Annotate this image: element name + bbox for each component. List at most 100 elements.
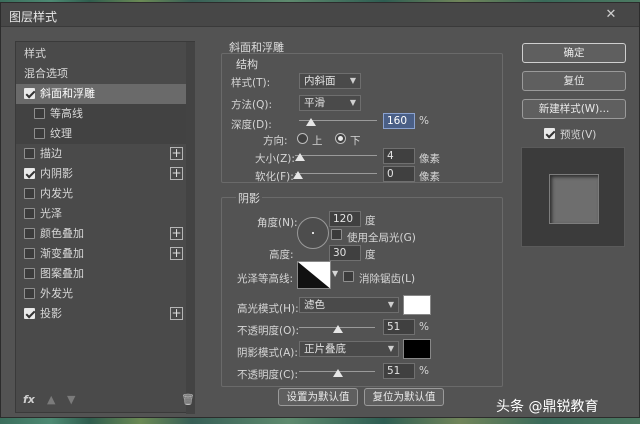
highlight-mode-select[interactable]: 滤色 ▼ (299, 297, 399, 313)
highlight-mode-label: 高光模式(H): (237, 303, 299, 315)
depth-label: 深度(D): (231, 119, 272, 131)
style-item[interactable]: 渐变叠加 + (16, 244, 186, 264)
style-item-label: 混合选项 (24, 67, 68, 80)
add-effect-icon[interactable]: + (170, 247, 183, 260)
style-item[interactable]: 等高线 (16, 104, 186, 124)
style-item-checkbox[interactable] (24, 268, 35, 279)
direction-up-radio[interactable] (297, 133, 308, 144)
fx-icon[interactable]: fx (23, 393, 35, 406)
styles-list: 样式 混合选项斜面和浮雕等高线纹理描边 + 内阴影 + 内发光 光泽 颜色叠加 + 渐变叠加 + 图… (15, 41, 195, 414)
style-item-checkbox[interactable] (24, 168, 35, 179)
style-item[interactable]: 内阴影 + (16, 164, 186, 184)
style-item[interactable]: 内发光 (16, 184, 186, 204)
structure-title: 结构 (236, 58, 258, 71)
highlight-opacity-thumb[interactable] (333, 325, 343, 333)
add-effect-icon[interactable]: + (170, 147, 183, 160)
shadow-color-swatch[interactable] (403, 339, 431, 359)
style-item-checkbox[interactable] (24, 308, 35, 319)
style-item-checkbox[interactable] (24, 288, 35, 299)
global-light-checkbox[interactable] (331, 229, 342, 240)
style-item-label: 纹理 (50, 127, 72, 140)
gloss-contour-picker[interactable] (297, 261, 331, 289)
style-item-checkbox[interactable] (34, 108, 45, 119)
style-item-checkbox[interactable] (24, 228, 35, 239)
highlight-opacity-unit: % (419, 321, 429, 333)
shadow-opacity-slider[interactable] (299, 367, 375, 377)
style-item-checkbox[interactable] (34, 128, 45, 139)
style-item-checkbox[interactable] (24, 88, 35, 99)
highlight-opacity-slider[interactable] (299, 323, 375, 333)
size-slider[interactable] (295, 151, 377, 161)
add-effect-icon[interactable]: + (170, 227, 183, 240)
method-select[interactable]: 平滑 ▼ (299, 95, 361, 111)
close-icon[interactable]: ✕ (603, 7, 619, 23)
style-item[interactable]: 描边 + (16, 144, 186, 164)
add-effect-icon[interactable]: + (170, 307, 183, 320)
soften-slider[interactable] (293, 169, 377, 179)
angle-unit: 度 (365, 215, 376, 227)
style-item[interactable]: 混合选项 (16, 64, 186, 84)
shading-title: 阴影 (236, 190, 262, 206)
style-item[interactable]: 斜面和浮雕 (16, 84, 186, 104)
styles-header[interactable]: 样式 (16, 44, 186, 64)
move-up-icon[interactable]: ▲ (47, 393, 55, 406)
style-item[interactable]: 光泽 (16, 204, 186, 224)
styles-scrollbar[interactable] (186, 42, 195, 414)
global-light-label: 使用全局光(G) (347, 232, 416, 244)
direction-down-label: 下 (350, 135, 361, 147)
style-item-checkbox[interactable] (24, 188, 35, 199)
altitude-label: 高度: (269, 249, 294, 261)
direction-down-radio[interactable] (335, 133, 346, 144)
altitude-unit: 度 (365, 249, 376, 261)
window-title: 图层样式 (9, 10, 58, 24)
style-item[interactable]: 外发光 (16, 284, 186, 304)
depth-unit: % (419, 115, 429, 127)
shadow-opacity-input[interactable]: 51 (383, 363, 415, 379)
style-item-checkbox[interactable] (24, 248, 35, 259)
ok-button[interactable]: 确定 (522, 43, 626, 63)
style-item[interactable]: 颜色叠加 + (16, 224, 186, 244)
reset-default-button[interactable]: 复位为默认值 (364, 388, 444, 406)
gloss-contour-label: 光泽等高线: (237, 273, 294, 285)
chevron-down-icon: ▼ (349, 76, 356, 85)
style-item-label: 图案叠加 (40, 267, 84, 280)
highlight-color-swatch[interactable] (403, 295, 431, 315)
highlight-opacity-input[interactable]: 51 (383, 319, 415, 335)
method-label: 方法(Q): (231, 99, 272, 111)
trash-icon[interactable]: 🗑 (181, 393, 195, 406)
reset-button[interactable]: 复位 (522, 71, 626, 91)
shadow-mode-select[interactable]: 正片叠底 ▼ (299, 341, 399, 357)
style-item[interactable]: 投影 + (16, 304, 186, 324)
soften-unit: 像素 (419, 171, 440, 183)
style-select[interactable]: 内斜面 ▼ (299, 73, 361, 89)
soften-slider-thumb[interactable] (293, 171, 303, 179)
style-item[interactable]: 纹理 (16, 124, 186, 144)
soften-input[interactable]: 0 (383, 166, 415, 182)
preview-checkbox[interactable] (544, 128, 555, 139)
style-item-checkbox[interactable] (24, 208, 35, 219)
chevron-down-icon[interactable]: ▼ (332, 269, 338, 278)
shadow-opacity-thumb[interactable] (333, 369, 343, 377)
chevron-down-icon: ▼ (387, 344, 394, 353)
style-item[interactable]: 图案叠加 (16, 264, 186, 284)
antialias-checkbox[interactable] (343, 271, 354, 282)
size-input[interactable]: 4 (383, 148, 415, 164)
new-style-button[interactable]: 新建样式(W)... (522, 99, 626, 119)
set-default-button[interactable]: 设置为默认值 (278, 388, 358, 406)
add-effect-icon[interactable]: + (170, 167, 183, 180)
angle-dial[interactable] (297, 217, 329, 249)
preview-swatch (549, 174, 599, 224)
size-label: 大小(Z): (255, 153, 295, 165)
angle-input[interactable]: 120 (329, 211, 361, 227)
depth-input[interactable]: 160 (383, 113, 415, 129)
altitude-input[interactable]: 30 (329, 245, 361, 261)
style-item-label: 等高线 (50, 107, 83, 120)
size-slider-thumb[interactable] (295, 153, 305, 161)
style-item-checkbox[interactable] (24, 148, 35, 159)
move-down-icon[interactable]: ▼ (67, 393, 75, 406)
shadow-mode-label: 阴影模式(A): (237, 347, 298, 359)
depth-slider-thumb[interactable] (306, 118, 317, 126)
depth-slider[interactable] (299, 116, 377, 126)
direction-up-label: 上 (312, 135, 323, 147)
direction-label: 方向: (263, 135, 288, 147)
